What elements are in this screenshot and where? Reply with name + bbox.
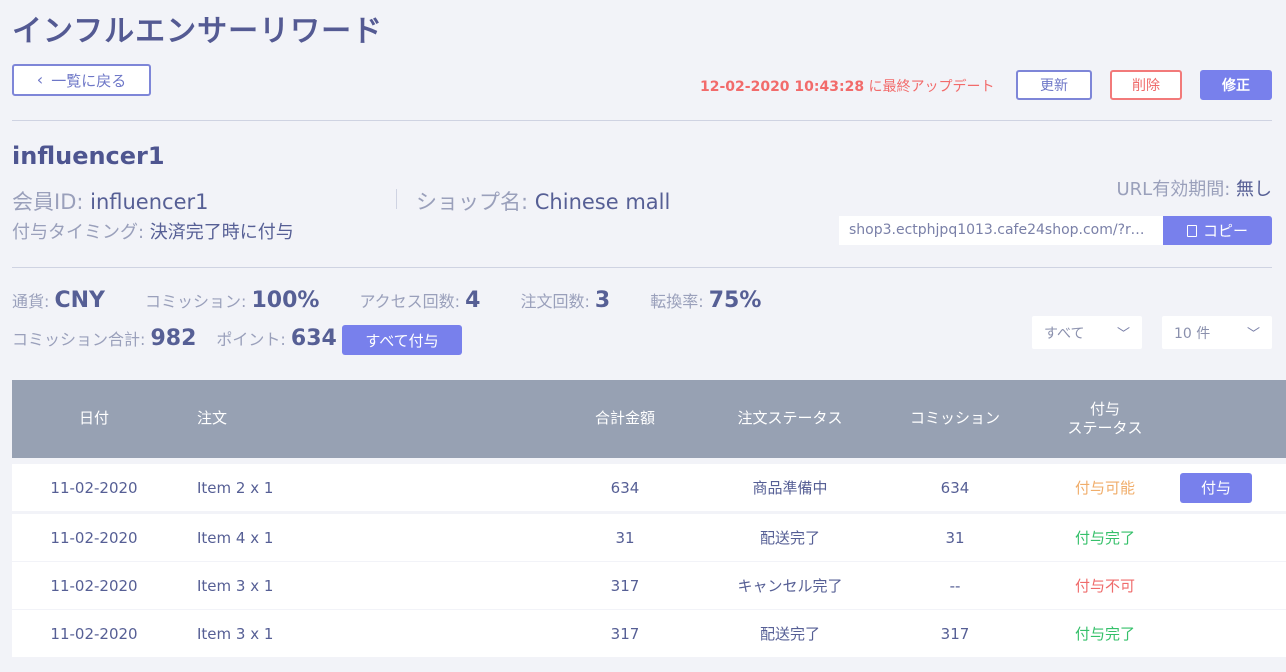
status-filter-select[interactable]: すべて ﹀ [1032,316,1142,349]
shop-name-value: Chinese mall [534,190,671,214]
grant-timing-label: 付与タイミング: [12,222,150,243]
stat-conversion: 転換率: 75% [650,288,761,313]
member-id-label: 会員ID: [12,190,91,214]
header-date: 日付 [78,409,109,428]
table-row: 11-02-2020 Item 3 x 1 317 キャンセル完了 -- 付与不… [12,562,1286,609]
stat-currency: 通貨: CNY [12,288,105,313]
stat-value: 3 [594,288,611,313]
last-updated-suffix: に最終アップデート [864,79,995,95]
header-total: 合計金額 [594,409,655,428]
chevron-down-icon: ﹀ [1116,327,1130,342]
stat-label: コミッション: [144,292,252,311]
divider [12,120,1272,121]
url-expiry-value: 無し [1236,179,1272,200]
stat-value: 75% [708,288,762,313]
page-size-value: 10 件 [1174,325,1211,342]
cell-order-status: 商品準備中 [752,479,828,497]
page-size-select[interactable]: 10 件 ﹀ [1162,316,1272,349]
stat-label: 通貨: [12,292,55,311]
copy-button[interactable]: コピー [1163,216,1272,245]
header-order-status: 注文ステータス [737,409,843,428]
shop-name-label: ショップ名: [416,190,535,214]
refresh-button[interactable]: 更新 [1016,70,1092,100]
table-row: 11-02-2020 Item 3 x 1 317 配送完了 317 付与完了 [12,610,1286,657]
stat-commission-total: コミッション合計: 982 [12,326,196,351]
stat-commission: コミッション: 100% [145,288,319,313]
cell-order-status: キャンセル完了 [737,577,843,595]
cell-order: Item 3 x 1 [197,576,274,595]
status-filter-value: すべて [1044,325,1085,342]
header-grant-status-line2: ステータス [1067,419,1143,437]
cell-grant-status: 付与完了 [1074,625,1135,643]
edit-button[interactable]: 修正 [1200,70,1272,100]
stat-label: 転換率: [650,292,709,311]
cell-total: 634 [610,478,640,497]
stats-row-1: 通貨: CNY コミッション: 100% アクセス回数: 4 注文回数: 3 転… [12,288,801,313]
referral-url-field[interactable]: shop3.ectphjpq1013.cafe24shop.com/?ref=.… [839,216,1163,245]
stats-row-2: コミッション合計: 982 ポイント: 634 [12,326,337,351]
grant-timing: 付与タイミング: 決済完了時に付与 [12,218,294,244]
header-grant-status: 付与 ステータス [1045,380,1165,458]
cell-grant-status: 付与不可 [1074,577,1135,595]
stat-value: 100% [251,288,320,313]
meta-separator [396,189,397,209]
url-expiry: URL有効期間: 無し [1117,175,1273,201]
cell-order: Item 2 x 1 [197,478,274,497]
cell-commission: -- [949,576,961,595]
cell-date: 11-02-2020 [50,478,138,497]
copy-button-label: コピー [1202,222,1248,240]
back-to-list-button[interactable]: ‹ 一覧に戻る [12,64,151,96]
member-id: 会員ID: influencer1 [12,186,209,216]
stat-value: CNY [54,288,105,313]
cell-date: 11-02-2020 [50,528,138,547]
stat-access-count: アクセス回数: 4 [359,288,480,313]
cell-date: 11-02-2020 [50,576,138,595]
cell-order-status: 配送完了 [759,625,820,643]
chevron-down-icon: ﹀ [1246,327,1260,342]
cell-grant-status: 付与完了 [1074,529,1135,547]
stat-label: ポイント: [216,330,291,349]
table-header: 日付 注文 合計金額 注文ステータス コミッション 付与 ステータス [12,380,1286,458]
table-row: 11-02-2020 Item 2 x 1 634 商品準備中 634 付与可能… [12,464,1286,511]
stat-value: 982 [150,326,197,351]
header-commission: コミッション [909,409,1000,428]
delete-button[interactable]: 削除 [1110,70,1182,100]
cell-commission: 317 [940,624,970,643]
cell-grant-status: 付与可能 [1074,479,1135,497]
member-id-value: influencer1 [90,190,209,214]
grant-timing-value: 決済完了時に付与 [149,222,294,243]
give-all-button[interactable]: すべて付与 [342,325,462,355]
table-row: 11-02-2020 Item 4 x 1 31 配送完了 31 付与完了 [12,514,1286,561]
cell-commission: 634 [940,478,970,497]
give-button[interactable]: 付与 [1180,472,1252,503]
last-updated: 12-02-2020 10:43:28 に最終アップデート [700,76,995,96]
cell-date: 11-02-2020 [50,624,138,643]
stat-points: ポイント: 634 [216,326,336,351]
divider [12,267,1272,268]
cell-order: Item 3 x 1 [197,624,274,643]
header-grant-status-line1: 付与 [1089,399,1120,418]
stat-order-count: 注文回数: 3 [520,288,610,313]
cell-order: Item 4 x 1 [197,528,274,547]
cell-total: 317 [610,576,640,595]
stat-label: コミッション合計: [12,330,151,349]
chevron-left-icon: ‹ [36,70,44,89]
header-order: 注文 [197,409,228,428]
stat-value: 634 [290,326,337,351]
cell-order-status: 配送完了 [759,529,820,547]
cell-total: 31 [615,528,635,547]
influencer-name: influencer1 [12,142,165,170]
page-title: インフルエンサーリワード [12,14,384,49]
shop-name: ショップ名: Chinese mall [416,186,670,216]
copy-icon [1186,224,1197,237]
stat-label: アクセス回数: [359,292,466,311]
back-button-label: 一覧に戻る [51,71,127,90]
stat-label: 注文回数: [520,292,595,311]
url-expiry-label: URL有効期間: [1116,179,1236,200]
stat-value: 4 [465,288,481,313]
last-updated-time: 12-02-2020 10:43:28 [700,79,865,95]
cell-total: 317 [610,624,640,643]
cell-action: 付与 [1180,464,1252,511]
cell-commission: 31 [945,528,965,547]
